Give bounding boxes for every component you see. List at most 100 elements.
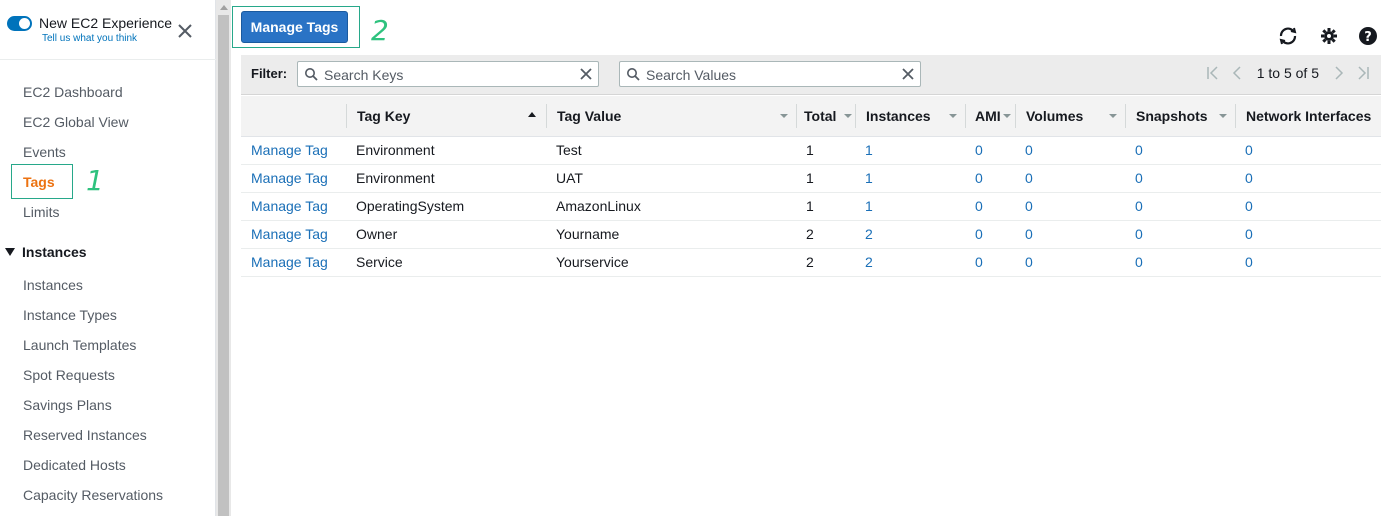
cell-instances-link[interactable]: 1 <box>855 192 965 220</box>
manage-tag-link[interactable]: Manage Tag <box>241 164 346 192</box>
cell-snapshots-link[interactable]: 0 <box>1125 220 1235 248</box>
table-row: Manage Tag Environment Test 1 1 0 0 0 0 <box>241 136 1381 164</box>
cell-tag-value: AmazonLinux <box>556 198 641 214</box>
col-volumes[interactable]: Volumes <box>1015 96 1125 137</box>
annotation-step-1: 1 <box>86 164 104 197</box>
previous-page-icon[interactable] <box>1229 65 1245 81</box>
col-tag-value[interactable]: Tag Value <box>546 96 796 137</box>
manage-tags-button[interactable]: Manage Tags <box>241 11 348 43</box>
cell-total: 1 <box>806 170 814 186</box>
new-experience-toggle-row: New EC2 Experience Tell us what you thin… <box>7 14 172 44</box>
cell-ami-link[interactable]: 0 <box>965 136 1015 164</box>
clear-values-icon[interactable] <box>902 68 914 80</box>
cell-instances-link[interactable]: 1 <box>855 164 965 192</box>
sort-caret-icon <box>844 114 852 118</box>
cell-tag-key: Service <box>356 254 403 270</box>
cell-instances-link[interactable]: 2 <box>855 220 965 248</box>
gear-icon[interactable] <box>1318 25 1340 47</box>
cell-snapshots-link[interactable]: 0 <box>1125 136 1235 164</box>
cell-volumes-link[interactable]: 0 <box>1015 164 1125 192</box>
filter-bar: Filter: Search Keys Search Values 1 to 5… <box>241 55 1381 95</box>
cell-ami-link[interactable]: 0 <box>965 220 1015 248</box>
first-page-icon[interactable] <box>1205 65 1221 81</box>
help-icon[interactable]: ? <box>1357 25 1379 47</box>
sidebar-item-savings-plans[interactable]: Savings Plans <box>23 396 112 414</box>
table-header-row: Tag Key Tag Value Total Instances AMI Vo… <box>241 96 1381 137</box>
cell-network-interfaces-link[interactable]: 0 <box>1235 192 1381 220</box>
sidebar-item-launch-templates[interactable]: Launch Templates <box>23 336 136 354</box>
main-content: Manage Tags 2 ? Filter: Search Keys Sear… <box>231 0 1381 516</box>
col-total[interactable]: Total <box>796 96 855 137</box>
close-icon[interactable] <box>176 22 194 40</box>
cell-volumes-link[interactable]: 0 <box>1015 192 1125 220</box>
search-values-input[interactable]: Search Values <box>619 61 921 87</box>
manage-tag-link[interactable]: Manage Tag <box>241 136 346 164</box>
caret-down-icon <box>5 248 15 256</box>
sidebar-item-events[interactable]: Events <box>23 143 66 161</box>
cell-network-interfaces-link[interactable]: 0 <box>1235 220 1381 248</box>
cell-tag-key: Environment <box>356 170 435 186</box>
sidebar-item-reserved-instances[interactable]: Reserved Instances <box>23 426 147 444</box>
tags-highlight-box <box>11 164 73 199</box>
cell-tag-value: Yourservice <box>556 254 629 270</box>
table-row: Manage Tag Owner Yourname 2 2 0 0 0 0 <box>241 220 1381 248</box>
cell-total: 2 <box>806 254 814 270</box>
cell-network-interfaces-link[interactable]: 0 <box>1235 164 1381 192</box>
cell-network-interfaces-link[interactable]: 0 <box>1235 136 1381 164</box>
scroll-up-icon[interactable] <box>220 5 228 10</box>
annotation-step-2: 2 <box>371 14 389 47</box>
manage-tag-link[interactable]: Manage Tag <box>241 248 346 276</box>
manage-tag-link[interactable]: Manage Tag <box>241 192 346 220</box>
pagination: 1 to 5 of 5 <box>1201 65 1375 81</box>
sidebar-scrollbar[interactable] <box>216 0 231 516</box>
col-tag-key[interactable]: Tag Key <box>346 96 546 137</box>
col-snapshots[interactable]: Snapshots <box>1125 96 1235 137</box>
scrollbar-thumb[interactable] <box>218 15 229 516</box>
cell-volumes-link[interactable]: 0 <box>1015 136 1125 164</box>
sidebar-item-dedicated-hosts[interactable]: Dedicated Hosts <box>23 456 126 474</box>
cell-snapshots-link[interactable]: 0 <box>1125 248 1235 276</box>
cell-ami-link[interactable]: 0 <box>965 192 1015 220</box>
cell-tag-key: Owner <box>356 226 398 242</box>
cell-tag-key: OperatingSystem <box>356 198 465 214</box>
feedback-link[interactable]: Tell us what you think <box>42 33 172 44</box>
sidebar-item-limits[interactable]: Limits <box>23 203 60 221</box>
cell-ami-link[interactable]: 0 <box>965 164 1015 192</box>
sidebar-item-ec2-dashboard[interactable]: EC2 Dashboard <box>23 83 123 101</box>
pagination-text: 1 to 5 of 5 <box>1256 65 1319 81</box>
cell-snapshots-link[interactable]: 0 <box>1125 192 1235 220</box>
cell-volumes-link[interactable]: 0 <box>1015 248 1125 276</box>
manage-tag-link[interactable]: Manage Tag <box>241 220 346 248</box>
col-instances[interactable]: Instances <box>855 96 965 137</box>
sidebar-item-instances[interactable]: Instances <box>23 276 83 294</box>
col-network-interfaces[interactable]: Network Interfaces <box>1235 96 1381 137</box>
clear-keys-icon[interactable] <box>580 68 592 80</box>
sort-caret-icon <box>1109 114 1117 118</box>
sidebar-item-spot-requests[interactable]: Spot Requests <box>23 366 115 384</box>
new-experience-toggle[interactable] <box>7 16 32 31</box>
cell-ami-link[interactable]: 0 <box>965 248 1015 276</box>
cell-instances-link[interactable]: 2 <box>855 248 965 276</box>
cell-total: 1 <box>806 142 814 158</box>
search-icon <box>627 68 640 81</box>
last-page-icon[interactable] <box>1355 65 1371 81</box>
search-keys-input[interactable]: Search Keys <box>297 61 599 87</box>
cell-network-interfaces-link[interactable]: 0 <box>1235 248 1381 276</box>
cell-volumes-link[interactable]: 0 <box>1015 220 1125 248</box>
cell-snapshots-link[interactable]: 0 <box>1125 164 1235 192</box>
cell-instances-link[interactable]: 1 <box>855 136 965 164</box>
experience-title: New EC2 Experience <box>39 15 173 31</box>
table-row: Manage Tag OperatingSystem AmazonLinux 1… <box>241 192 1381 220</box>
sidebar-item-instance-types[interactable]: Instance Types <box>23 306 117 324</box>
sort-asc-icon <box>528 112 536 117</box>
col-ami[interactable]: AMI <box>965 96 1015 137</box>
sidebar-item-capacity-reservations[interactable]: Capacity Reservations <box>23 486 163 504</box>
cell-tag-value: Yourname <box>556 226 620 242</box>
refresh-icon[interactable] <box>1277 25 1299 47</box>
search-values-placeholder: Search Values <box>646 67 737 83</box>
cell-total: 2 <box>806 226 814 242</box>
next-page-icon[interactable] <box>1331 65 1347 81</box>
sidebar-section-instances[interactable]: Instances <box>5 244 87 260</box>
cell-tag-value: UAT <box>556 170 583 186</box>
sidebar-item-ec2-global-view[interactable]: EC2 Global View <box>23 113 129 131</box>
